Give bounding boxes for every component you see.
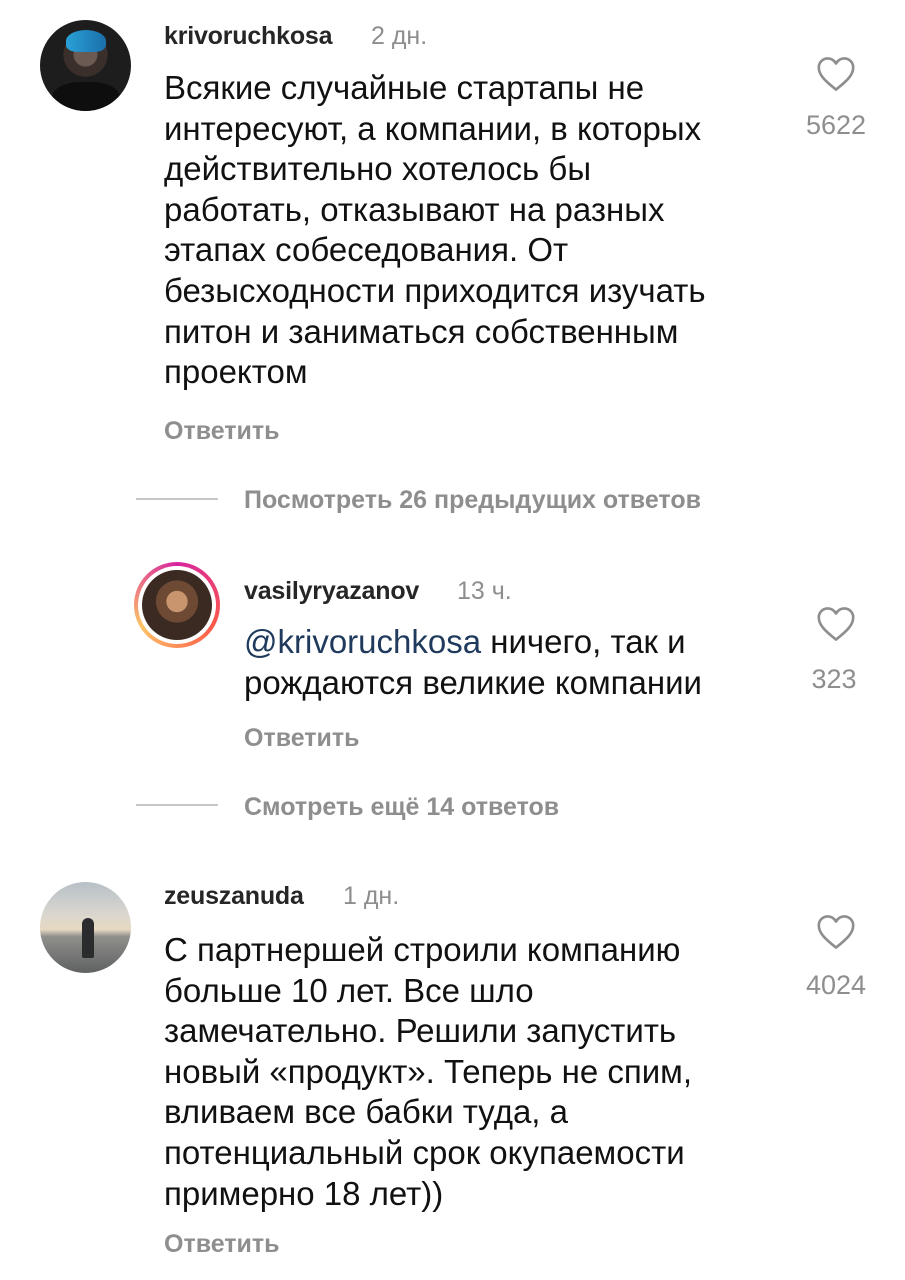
reply-button[interactable]: Ответить (164, 1230, 280, 1259)
thread-divider (136, 498, 218, 500)
like-count: 4024 (805, 970, 867, 1000)
avatar[interactable] (142, 570, 212, 640)
comment-username[interactable]: krivoruchkosa (164, 22, 333, 51)
heart-outline-icon[interactable] (816, 56, 856, 92)
heart-outline-icon[interactable] (816, 914, 856, 950)
comment-username[interactable]: vasilyryazanov (244, 577, 419, 606)
comment-text-line2: рождаются великие компании (244, 664, 702, 701)
thread-divider (136, 804, 218, 806)
mention-link[interactable]: @krivoruchkosa (244, 623, 481, 660)
avatar-hair (66, 30, 106, 52)
avatar-body (52, 82, 120, 111)
like-count: 5622 (805, 110, 867, 140)
like-count: 323 (811, 664, 857, 694)
comment-time: 13 ч. (457, 577, 512, 605)
comment-time: 2 дн. (371, 22, 428, 50)
comment-text: С партнершей строили компанию больше 10 … (164, 931, 692, 1212)
heart-outline-icon[interactable] (816, 606, 856, 642)
view-previous-replies-label[interactable]: Посмотреть 26 предыдущих ответов (244, 486, 701, 515)
comment-text-line1: ничего, так и (481, 623, 686, 660)
avatar[interactable] (40, 20, 131, 111)
avatar-figure (82, 918, 94, 958)
view-more-replies-label[interactable]: Смотреть ещё 14 ответов (244, 793, 559, 822)
reply-button[interactable]: Ответить (164, 417, 280, 446)
reply-button[interactable]: Ответить (244, 724, 360, 753)
comment-username[interactable]: zeuszanuda (164, 882, 304, 911)
comment-time: 1 дн. (343, 882, 400, 910)
comment-text: @krivoruchkosa ничего, так и (244, 622, 686, 663)
avatar[interactable] (40, 882, 131, 973)
comment-text: Всякие случайные стартапы не интересуют,… (164, 69, 706, 391)
